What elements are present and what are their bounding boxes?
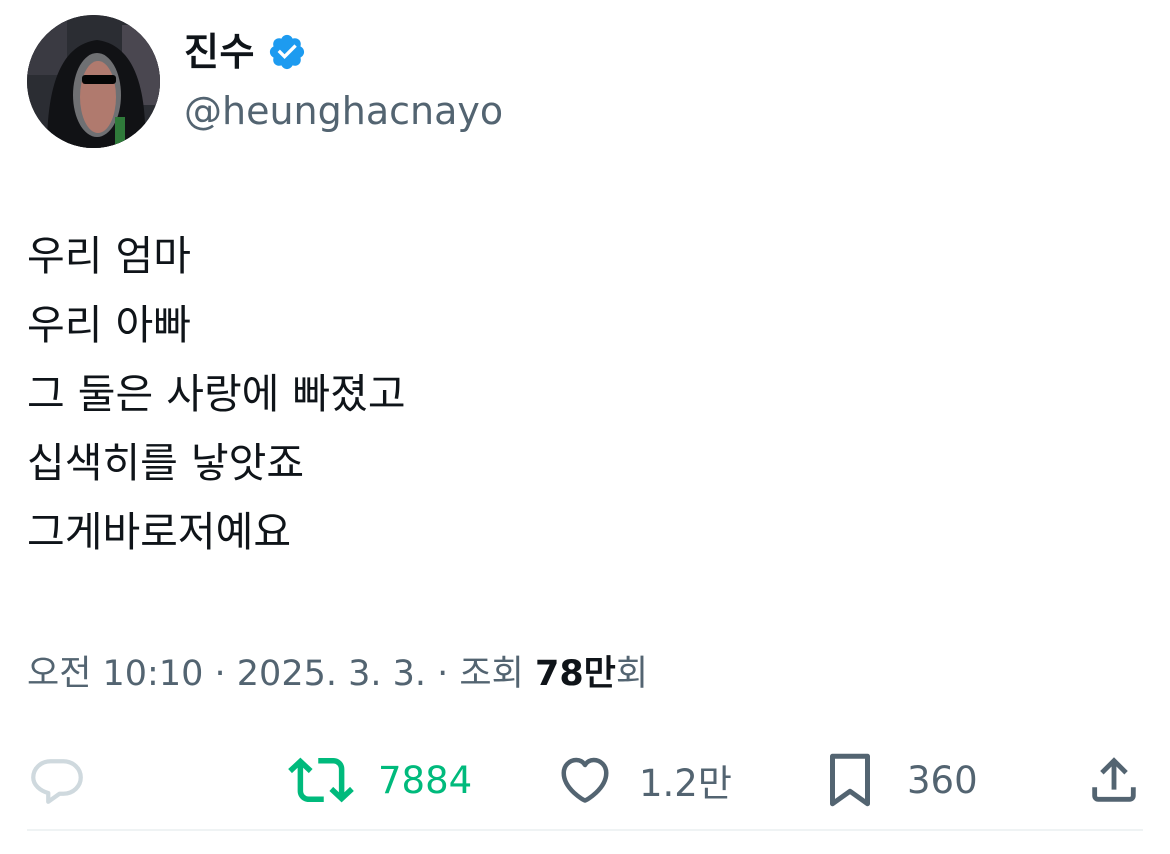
- meta-separator: ·: [426, 654, 460, 694]
- meta-separator: ·: [203, 654, 237, 694]
- tweet-line: 십색히를 낳앗죠: [27, 439, 305, 487]
- retweet-button[interactable]: 7884: [288, 740, 472, 820]
- tweet-text: 우리 엄마 우리 아빠 그 둘은 사랑에 빠졌고 십색히를 낳앗죠 그게바로저예…: [27, 222, 406, 567]
- tweet-time[interactable]: 오전 10:10: [27, 654, 203, 694]
- retweet-icon: [288, 757, 354, 803]
- author-handle[interactable]: @heunghacnayo: [184, 86, 503, 136]
- reply-button[interactable]: [27, 740, 87, 820]
- action-bar: 7884 1.2만 360: [0, 740, 1170, 820]
- share-button[interactable]: [1085, 740, 1143, 820]
- divider: [27, 829, 1143, 831]
- bookmark-count: 360: [907, 758, 978, 802]
- tweet-line: 그 둘은 사랑에 빠졌고: [27, 370, 406, 418]
- views-count: 78만: [534, 654, 616, 694]
- avatar[interactable]: [27, 15, 160, 148]
- tweet-date[interactable]: 2025. 3. 3.: [237, 654, 426, 694]
- author-name-row[interactable]: 진수: [184, 26, 307, 78]
- tweet-meta: 오전 10:10 · 2025. 3. 3. · 조회 78만회: [27, 648, 648, 700]
- heart-icon: [561, 757, 609, 803]
- tweet-line: 그게바로저예요: [27, 508, 292, 556]
- bookmark-button[interactable]: 360: [825, 740, 978, 820]
- views-label: 조회: [459, 654, 524, 694]
- verified-badge-icon: [269, 34, 305, 70]
- reply-icon: [31, 759, 83, 804]
- share-icon: [1092, 757, 1136, 802]
- avatar-image: [27, 15, 160, 148]
- bookmark-icon: [830, 753, 870, 807]
- display-name[interactable]: 진수: [184, 26, 255, 78]
- views-suffix: 회: [615, 654, 649, 694]
- like-count: 1.2만: [639, 762, 732, 805]
- retweet-count: 7884: [378, 758, 473, 802]
- tweet-line: 우리 엄마: [27, 232, 191, 280]
- tweet-line: 우리 아빠: [27, 301, 191, 349]
- like-button[interactable]: 1.2만: [555, 740, 732, 820]
